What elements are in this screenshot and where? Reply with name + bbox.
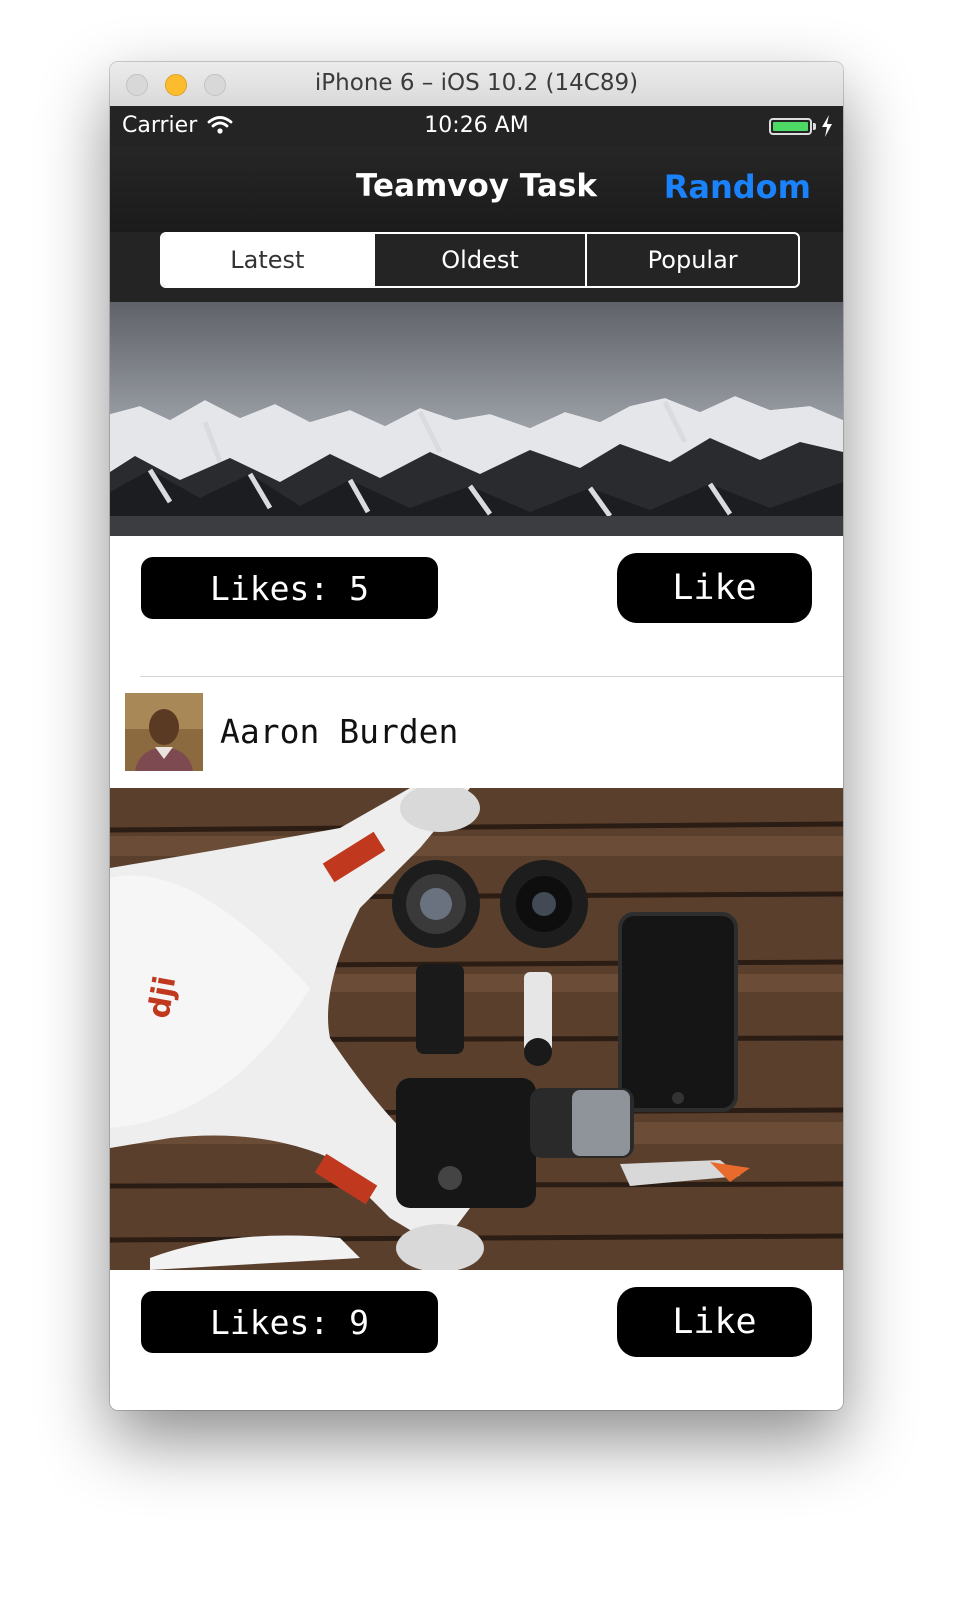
photo-feed[interactable]: Likes: 5 Like Aaron Burden dji Likes: 9 … [110, 302, 843, 1410]
segment-popular[interactable]: Popular [587, 234, 798, 286]
likes-count-badge: Likes: 5 [141, 557, 438, 619]
likes-count-badge: Likes: 9 [141, 1291, 438, 1353]
navigation-bar: Teamvoy Task Random [110, 146, 843, 233]
like-button[interactable]: Like [617, 1287, 812, 1357]
window-titlebar[interactable]: iPhone 6 – iOS 10.2 (14C89) [110, 62, 843, 107]
post-separator [140, 676, 843, 677]
segment-oldest[interactable]: Oldest [375, 234, 588, 286]
window-title: iPhone 6 – iOS 10.2 (14C89) [314, 70, 639, 96]
status-bar: Carrier 10:26 AM [110, 106, 843, 146]
battery-terminal [813, 123, 816, 130]
battery-icon [769, 118, 812, 135]
svg-text:dji: dji [142, 973, 184, 1020]
random-button[interactable]: Random [664, 168, 811, 206]
like-button[interactable]: Like [617, 553, 812, 623]
author-avatar [125, 693, 203, 771]
post-photo-mountains[interactable] [110, 302, 843, 536]
author-name: Aaron Burden [220, 712, 459, 751]
battery-level [773, 122, 808, 131]
status-time: 10:26 AM [424, 113, 529, 138]
simulator-window: iPhone 6 – iOS 10.2 (14C89) Carrier 10:2… [110, 62, 843, 1410]
post-photo-drone[interactable]: dji [110, 788, 843, 1270]
charging-bolt-icon [822, 115, 832, 137]
sort-segment-bar: Latest Oldest Popular [110, 232, 843, 302]
segment-latest[interactable]: Latest [162, 234, 375, 286]
sort-segmented-control: Latest Oldest Popular [160, 232, 800, 288]
